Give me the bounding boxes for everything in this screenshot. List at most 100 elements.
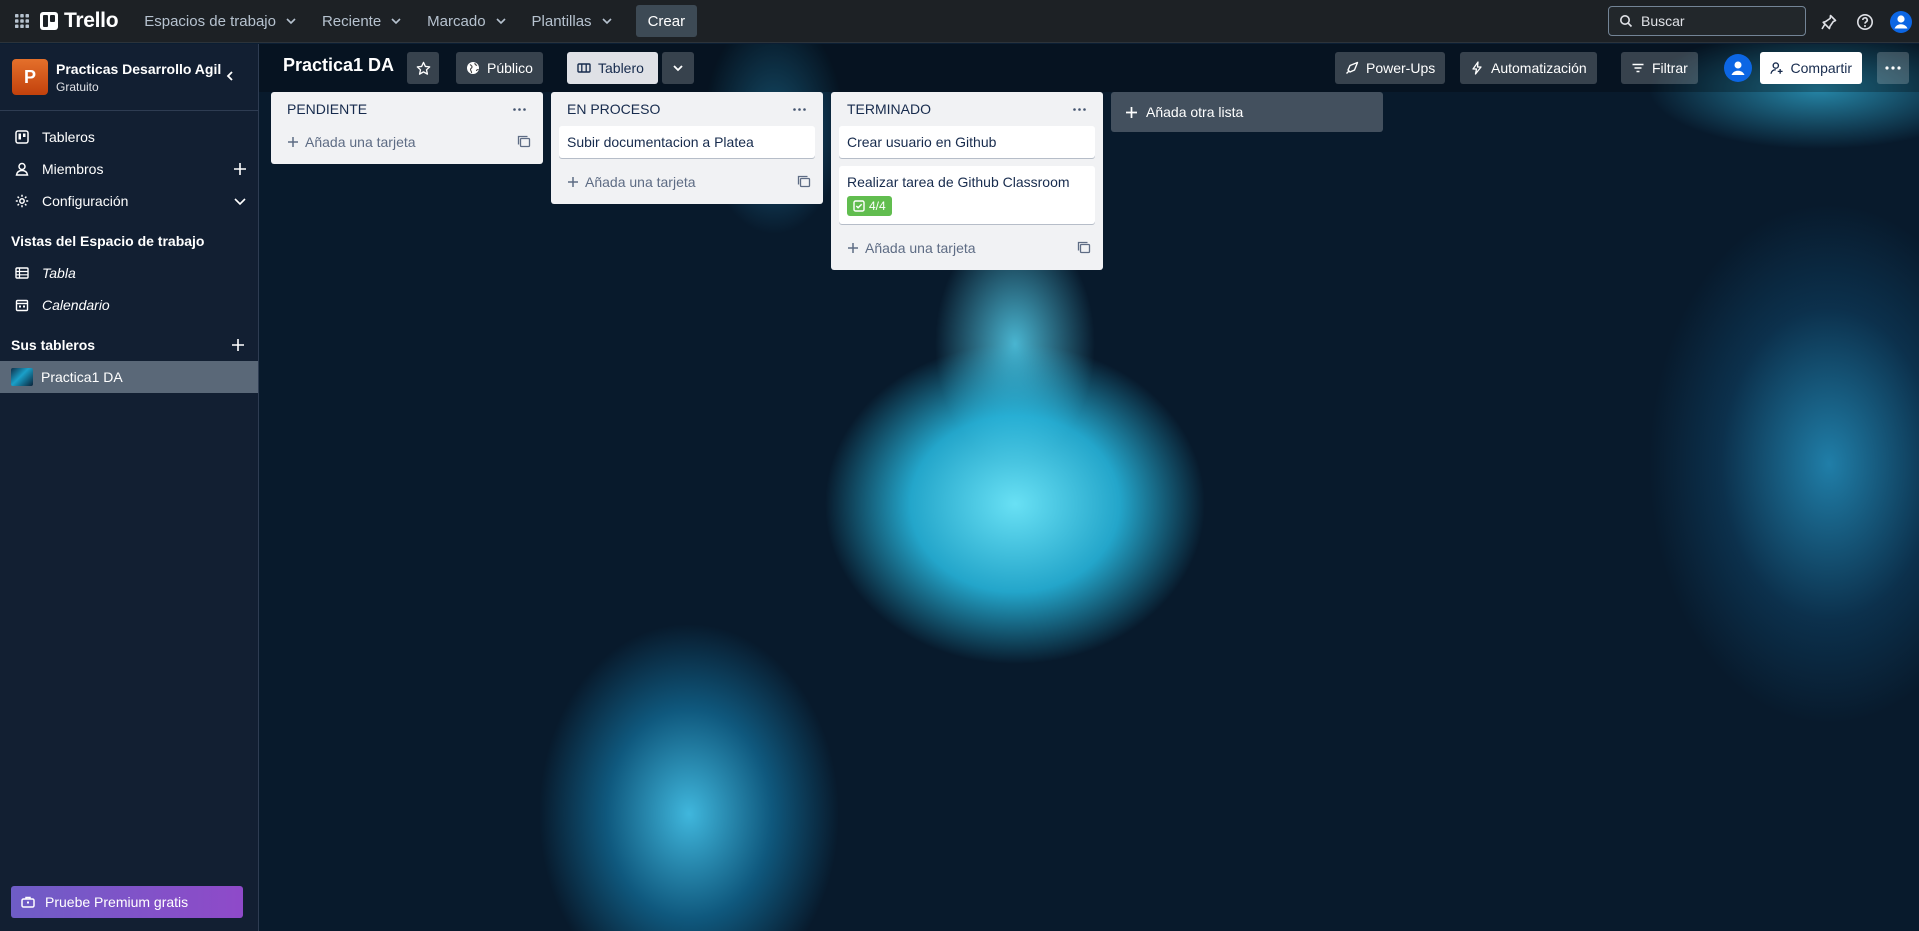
workspace-avatar[interactable]: P (12, 59, 48, 95)
nav-recent-label: Reciente (321, 12, 382, 30)
nav-starred[interactable]: Marcado (415, 5, 519, 37)
list-title[interactable]: PENDIENTE (287, 101, 367, 117)
add-list-label: Añada otra lista (1146, 104, 1244, 120)
list-title[interactable]: TERMINADO (847, 101, 931, 117)
board-view-icon (577, 63, 591, 73)
board-member-avatar[interactable] (1724, 54, 1752, 82)
board-thumbnail (11, 368, 33, 386)
list-header[interactable]: TERMINADO (839, 92, 1095, 126)
chevron-down-icon[interactable] (232, 193, 248, 209)
automation-button[interactable]: Automatización (1460, 52, 1597, 84)
automation-label: Automatización (1491, 60, 1587, 76)
plus-icon (1126, 106, 1137, 118)
board-title[interactable]: Practica1 DA (283, 55, 394, 76)
nav-workspaces[interactable]: Espacios de trabajo (132, 5, 310, 37)
add-member-icon[interactable] (232, 161, 248, 177)
account-avatar-icon[interactable] (1883, 4, 1919, 40)
checklist-icon (853, 200, 865, 212)
add-card-button[interactable]: Añada una tarjeta (279, 126, 535, 158)
card-title: Crear usuario en Github (847, 134, 997, 150)
list-actions-icon[interactable] (1069, 99, 1089, 119)
calendar-icon (14, 297, 30, 313)
member-icon (14, 161, 30, 177)
member-avatar-icon (1731, 61, 1745, 75)
add-card-label: Añada una tarjeta (305, 134, 416, 150)
table-icon (14, 265, 30, 281)
card[interactable]: Subir documentacion a Platea (559, 126, 815, 158)
list-terminado: TERMINADO Crear usuario en Github Realiz… (831, 92, 1103, 270)
board-header: Practica1 DA Público Tablero Power-Ups A… (259, 44, 1919, 92)
add-card-button[interactable]: Añada una tarjeta (559, 166, 815, 198)
create-button[interactable]: Crear (635, 5, 698, 37)
nav-recent[interactable]: Reciente (310, 5, 415, 37)
help-icon[interactable] (1847, 4, 1883, 40)
add-board-icon[interactable] (230, 337, 246, 353)
your-boards-heading: Sus tableros (0, 329, 258, 361)
sidebar-item-boards[interactable]: Tableros (0, 121, 258, 153)
create-from-template-icon[interactable] (1077, 241, 1091, 255)
search-placeholder: Buscar (1641, 13, 1685, 29)
try-premium-label: Pruebe Premium gratis (45, 894, 189, 910)
more-horizontal-icon (1885, 66, 1901, 70)
workspace-sidebar: P Practicas Desarrollo Agil Gratuito Tab… (0, 44, 259, 931)
add-card-button[interactable]: Añada una tarjeta (839, 232, 1095, 264)
nav-templates[interactable]: Plantillas (520, 5, 626, 37)
create-from-template-icon[interactable] (517, 135, 531, 149)
try-premium-button[interactable]: Pruebe Premium gratis (11, 886, 243, 918)
rocket-icon (1346, 61, 1359, 74)
sidebar-item-members[interactable]: Miembros (0, 153, 258, 185)
share-button[interactable]: Compartir (1760, 52, 1862, 84)
your-boards-title: Sus tableros (11, 337, 96, 353)
top-navigation-bar: Trello Espacios de trabajo Reciente Marc… (0, 0, 1919, 43)
power-ups-button[interactable]: Power-Ups (1335, 52, 1446, 84)
list-actions-icon[interactable] (509, 99, 529, 119)
filter-button[interactable]: Filtrar (1621, 52, 1698, 84)
board-menu-button[interactable] (1877, 52, 1909, 84)
collapse-sidebar-button[interactable] (218, 64, 242, 88)
sidebar-item-label: Tabla (42, 265, 76, 281)
switch-views-button[interactable] (662, 52, 694, 84)
sidebar-item-label: Calendario (42, 297, 110, 313)
visibility-button[interactable]: Público (456, 52, 543, 84)
board-canvas: Practica1 DA Público Tablero Power-Ups A… (259, 44, 1919, 931)
filter-label: Filtrar (1652, 60, 1688, 76)
logo-text: Trello (64, 9, 119, 32)
list-actions-icon[interactable] (789, 99, 809, 119)
board-view-button[interactable]: Tablero (567, 52, 658, 84)
plus-icon (568, 177, 578, 187)
sidebar-item-settings[interactable]: Configuración (0, 185, 258, 217)
filter-icon (1632, 63, 1644, 73)
create-from-template-icon[interactable] (797, 175, 811, 189)
star-icon (416, 61, 430, 75)
sidebar-item-label: Miembros (42, 161, 104, 177)
globe-icon (467, 62, 479, 74)
add-person-icon (1770, 62, 1783, 74)
workspace-name[interactable]: Practicas Desarrollo Agil (56, 61, 221, 77)
notifications-icon[interactable] (1811, 4, 1847, 40)
power-ups-label: Power-Ups (1366, 60, 1436, 76)
chevron-down-icon (601, 18, 612, 25)
chevron-down-icon (286, 18, 296, 25)
nav-templates-label: Plantillas (531, 12, 592, 30)
sidebar-item-calendar-view[interactable]: Calendario (0, 289, 258, 321)
sidebar-board-practica1[interactable]: Practica1 DA (0, 361, 258, 393)
list-title[interactable]: EN PROCESO (567, 101, 660, 117)
add-list-button[interactable]: Añada otra lista (1111, 92, 1383, 132)
card[interactable]: Realizar tarea de Github Classroom 4/4 (839, 166, 1095, 224)
card[interactable]: Crear usuario en Github (839, 126, 1095, 158)
trello-logo[interactable]: Trello (40, 9, 119, 33)
app-switcher-icon[interactable] (4, 5, 40, 37)
chevron-down-icon (673, 65, 683, 72)
list-header[interactable]: EN PROCESO (559, 92, 815, 126)
list-en-proceso: EN PROCESO Subir documentacion a Platea … (551, 92, 823, 204)
search-input[interactable]: Buscar (1608, 6, 1806, 36)
board-view-label: Tablero (598, 60, 644, 76)
card-title: Subir documentacion a Platea (567, 134, 754, 150)
star-board-button[interactable] (407, 52, 439, 84)
nav-starred-label: Marcado (427, 12, 486, 30)
list-header[interactable]: PENDIENTE (279, 92, 535, 126)
sidebar-item-table-view[interactable]: Tabla (0, 257, 258, 289)
board-icon (14, 129, 30, 145)
sidebar-item-label: Configuración (42, 193, 129, 209)
card-title: Realizar tarea de Github Classroom (847, 174, 1070, 190)
